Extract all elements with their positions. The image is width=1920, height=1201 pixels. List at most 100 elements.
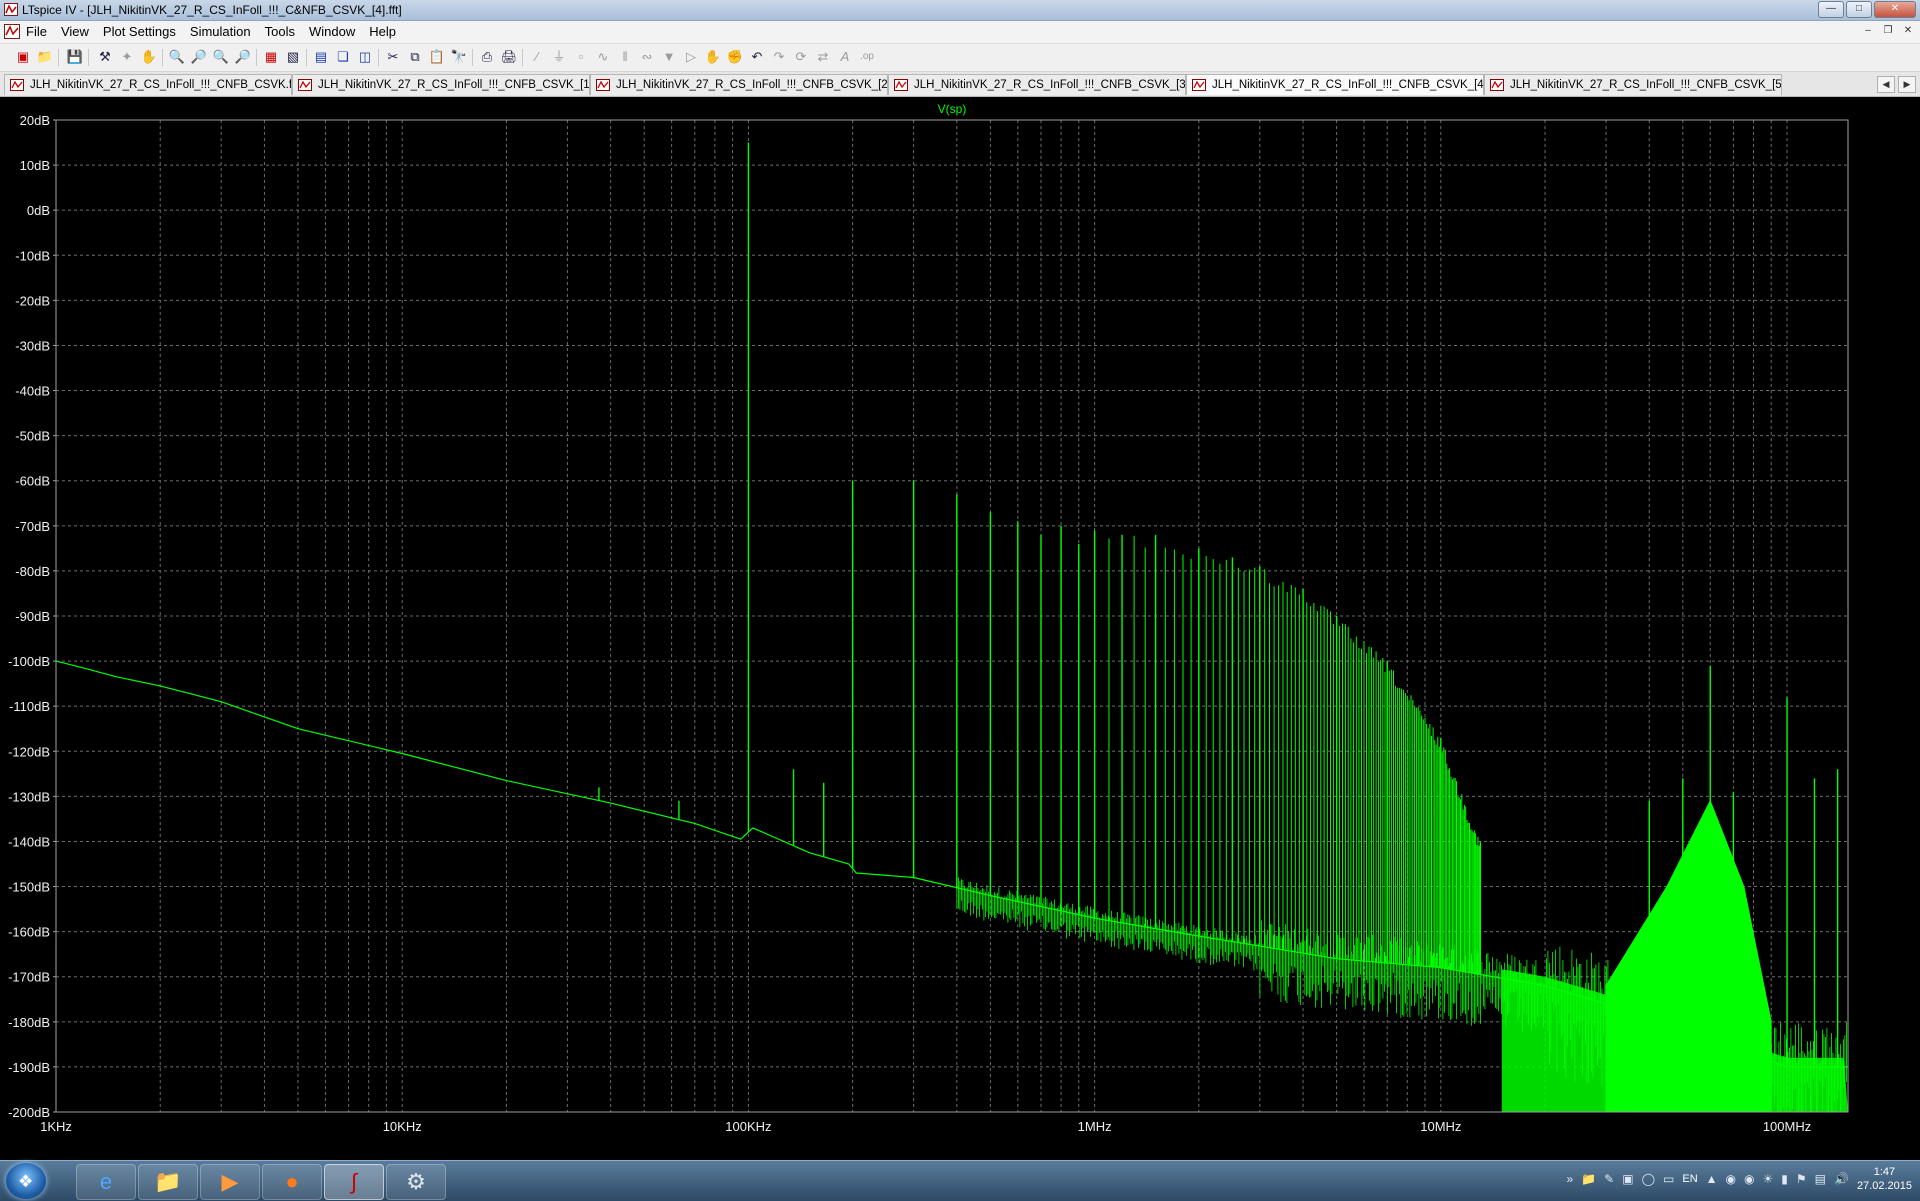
save-icon[interactable]: 💾 — [66, 48, 84, 66]
tab-label: JLH_NikitinVK_27_R_CS_InFoll_!!!_CNFB_CS… — [1212, 79, 1484, 91]
menu-plot-settings[interactable]: Plot Settings — [103, 24, 176, 39]
tab-scroll-right-icon[interactable]: ▶ — [1898, 76, 1916, 93]
tab-fft-2[interactable]: JLH_NikitinVK_27_R_CS_InFoll_!!!_CNFB_CS… — [590, 74, 888, 95]
mirror-icon[interactable]: ⇄ — [814, 48, 832, 66]
tray-network-icon[interactable]: ◯ — [1642, 1172, 1655, 1186]
clock-date: 27.02.2015 — [1856, 1180, 1912, 1192]
tray-monitor-icon[interactable]: ▭ — [1663, 1172, 1674, 1186]
tab-fft-0[interactable]: JLH_NikitinVK_27_R_CS_InFoll_!!!_CNFB_CS… — [4, 74, 292, 95]
cut-icon[interactable]: ✂ — [384, 48, 402, 66]
toolbar-separator — [162, 49, 163, 66]
tab-scroll-left-icon[interactable]: ◀ — [1877, 76, 1895, 93]
print-icon[interactable]: 🖨 — [500, 48, 518, 66]
mdi-close-button[interactable]: ✕ — [1900, 24, 1916, 39]
menu-tools[interactable]: Tools — [265, 24, 295, 39]
language-indicator[interactable]: EN — [1682, 1173, 1697, 1185]
tray-display-icon[interactable]: ▣ — [1622, 1172, 1633, 1186]
cascade-icon[interactable]: ❏ — [334, 48, 352, 66]
mdi-minimize-button[interactable]: – — [1860, 24, 1876, 39]
tile-horizontal-icon[interactable]: ▤ — [312, 48, 330, 66]
resistor-icon[interactable]: ∿ — [594, 48, 612, 66]
zoom-out-icon[interactable]: 🔎 — [190, 48, 208, 66]
tab-fft-4[interactable]: JLH_NikitinVK_27_R_CS_InFoll_!!!_CNFB_CS… — [1186, 74, 1484, 95]
media-player-icon[interactable]: ▶ — [200, 1164, 260, 1200]
autorange-icon[interactable]: ▦ — [262, 48, 280, 66]
maximize-button[interactable]: □ — [1846, 1, 1872, 18]
ltspice-app-icon[interactable] — [4, 3, 18, 16]
y-tick-label: -160dB — [8, 925, 50, 940]
tray-flag-icon[interactable]: ⚑ — [1796, 1172, 1807, 1186]
menu-help[interactable]: Help — [369, 24, 396, 39]
open-icon[interactable]: 📁 — [36, 48, 54, 66]
tray-battery-icon[interactable]: ▮ — [1781, 1172, 1788, 1186]
zoom-cancel-icon[interactable]: 🔎 — [234, 48, 252, 66]
tab-fft-3[interactable]: JLH_NikitinVK_27_R_CS_InFoll_!!!_CNFB_CS… — [888, 74, 1186, 95]
control-panel-icon[interactable]: ⚒ — [96, 48, 114, 66]
y-tick-label: -20dB — [15, 293, 50, 308]
component-icon[interactable]: ▷ — [682, 48, 700, 66]
ltspice-icon[interactable]: ∫ — [324, 1164, 384, 1200]
ground-icon[interactable]: ⏚ — [550, 48, 568, 66]
zoom-fit-icon[interactable]: 🔍 — [212, 48, 230, 66]
tray-notes-icon[interactable]: ✎ — [1604, 1172, 1614, 1186]
window-controls: — □ ✕ — [1818, 1, 1916, 18]
y-tick-label: -70dB — [15, 519, 50, 534]
tray-expand-icon[interactable]: ▲ — [1706, 1172, 1718, 1186]
tray-antivirus-icon[interactable]: ◉ — [1726, 1172, 1736, 1186]
move-icon[interactable]: ✋ — [704, 48, 722, 66]
rotate-icon[interactable]: ⟳ — [792, 48, 810, 66]
undo-icon[interactable]: ↶ — [748, 48, 766, 66]
mdi-restore-button[interactable]: ❐ — [1880, 24, 1896, 39]
text-icon[interactable]: A — [836, 48, 854, 66]
internet-explorer-icon[interactable]: e — [76, 1164, 136, 1200]
tray-folder-icon[interactable]: 📁 — [1581, 1172, 1596, 1186]
zoom-in-icon[interactable]: 🔍 — [168, 48, 186, 66]
new-schematic-icon[interactable]: ▣ — [14, 48, 32, 66]
autorange-y-icon[interactable]: ▧ — [284, 48, 302, 66]
show-hidden-icons-icon[interactable]: » — [1567, 1172, 1574, 1186]
drag-icon[interactable]: ✊ — [726, 48, 744, 66]
wire-icon[interactable]: ∕ — [528, 48, 546, 66]
run-icon[interactable]: ✦ — [118, 48, 136, 66]
windows-taskbar: ❖ e 📁 ▶ ● ∫ ⚙ » 📁 ✎ ▣ ◯ ▭ EN ▲ ◉ ◉ ☀ ▮ ⚑… — [0, 1160, 1920, 1201]
file-explorer-icon[interactable]: 📁 — [138, 1164, 198, 1200]
halt-icon[interactable]: ✋ — [140, 48, 158, 66]
document-icon[interactable] — [4, 24, 20, 39]
fft-plot[interactable]: 20dB 10dB 0dB -10dB -20dB -30dB -40dB -50dB -60d… — [0, 97, 1920, 1159]
find-icon[interactable]: 🔭 — [450, 48, 468, 66]
spice-directive-icon[interactable]: .op — [858, 48, 876, 66]
tile-vertical-icon[interactable]: ◫ — [356, 48, 374, 66]
redo-icon[interactable]: ↷ — [770, 48, 788, 66]
start-button[interactable]: ❖ — [6, 1163, 46, 1199]
tray-globe-icon[interactable]: ◉ — [1744, 1172, 1754, 1186]
waveform-icon — [298, 79, 312, 91]
close-button[interactable]: ✕ — [1874, 1, 1916, 18]
diode-icon[interactable]: ▼ — [660, 48, 678, 66]
volume-icon[interactable]: 🔊 — [1834, 1172, 1849, 1186]
y-tick-label: -130dB — [8, 789, 50, 804]
tab-fft-5[interactable]: JLH_NikitinVK_27_R_CS_InFoll_!!!_CNFB_CS… — [1484, 74, 1782, 95]
paste-icon[interactable]: 📋 — [428, 48, 446, 66]
capacitor-icon[interactable]: ‖ — [616, 48, 634, 66]
menu-view[interactable]: View — [61, 24, 89, 39]
menu-window[interactable]: Window — [309, 24, 355, 39]
tray-network-signal-icon[interactable]: ▤ — [1815, 1172, 1826, 1186]
trace-legend[interactable]: V(sp) — [938, 102, 967, 116]
print-setup-icon[interactable]: ⎙ — [478, 48, 496, 66]
tab-label: JLH_NikitinVK_27_R_CS_InFoll_!!!_CNFB_CS… — [30, 79, 292, 91]
firefox-icon[interactable]: ● — [262, 1164, 322, 1200]
menu-file[interactable]: File — [26, 24, 47, 39]
copy-icon[interactable]: ⧉ — [406, 48, 424, 66]
label-icon[interactable]: ▫ — [572, 48, 590, 66]
utility-app-icon[interactable]: ⚙ — [386, 1164, 446, 1200]
toolbar-separator — [306, 49, 307, 66]
windows-logo-icon: ❖ — [18, 1172, 34, 1191]
minimize-button[interactable]: — — [1818, 1, 1844, 18]
inductor-icon[interactable]: ∾ — [638, 48, 656, 66]
toolbar: ▣ 📁 💾 ⚒ ✦ ✋ 🔍 🔎 🔍 🔎 ▦ ▧ ▤ ❏ ◫ ✂ ⧉ 📋 🔭 ⎙ … — [0, 44, 1920, 72]
menu-simulation[interactable]: Simulation — [190, 24, 251, 39]
tray-sync-icon[interactable]: ☀ — [1763, 1172, 1774, 1186]
tab-fft-1[interactable]: JLH_NikitinVK_27_R_CS_InFoll_!!!_CNFB_CS… — [292, 74, 590, 95]
toolbar-separator — [472, 49, 473, 66]
system-clock[interactable]: 1:47 27.02.2015 — [1857, 1165, 1912, 1193]
